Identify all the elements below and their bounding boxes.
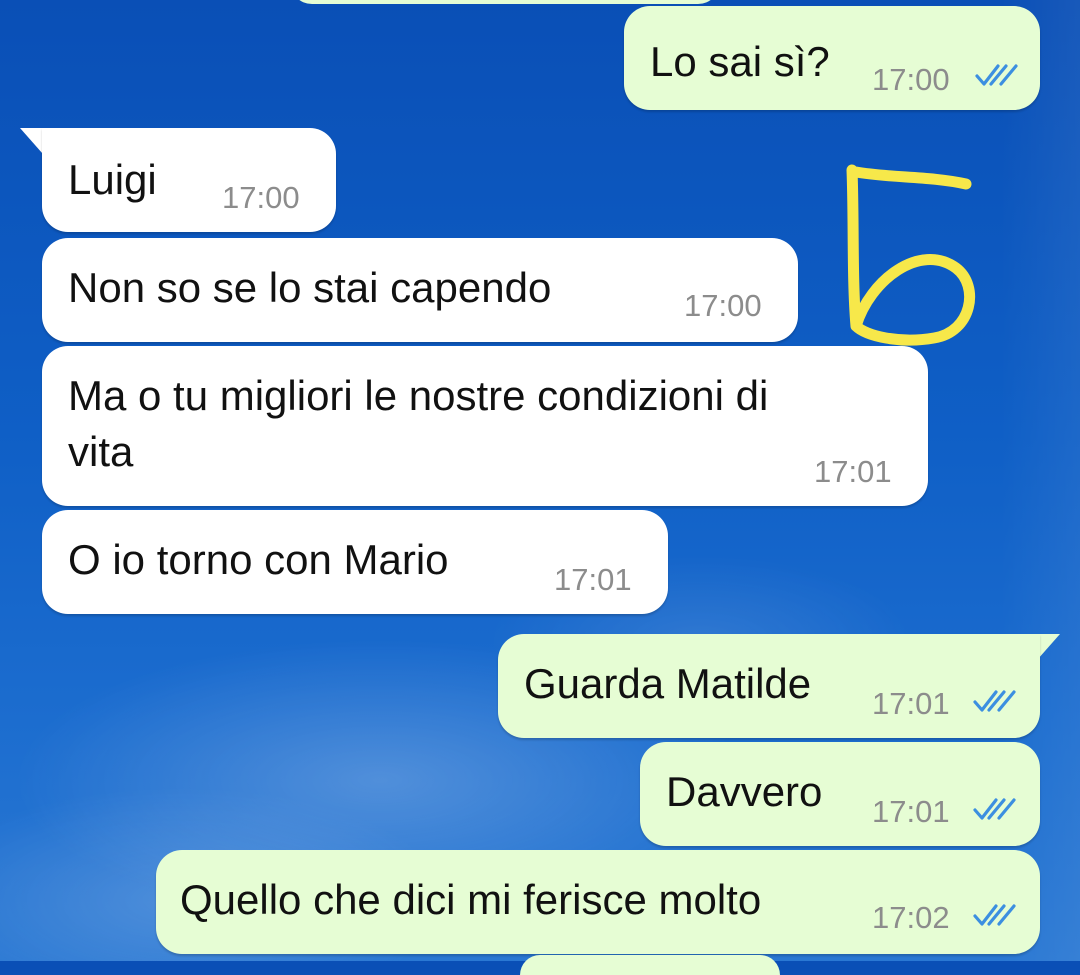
- message-text: Guarda Matilde: [524, 660, 812, 707]
- double-check-icon: [973, 690, 1016, 712]
- message-text: Non so se lo stai capendo: [68, 264, 552, 311]
- message-bubble-partial[interactable]: [290, 0, 720, 4]
- message-text: Quello che dici mi ferisce molto: [180, 876, 762, 923]
- message-text: Davvero: [666, 768, 823, 815]
- message-text: O io torno con Mario: [68, 536, 449, 583]
- message-bubble-incoming[interactable]: Non so se lo stai capendo 17:00: [42, 238, 798, 342]
- handwritten-number-annotation: [846, 164, 976, 346]
- double-check-icon: [973, 798, 1016, 820]
- message-time: 17:00: [684, 288, 762, 323]
- message-time: 17:01: [872, 794, 950, 829]
- message-bubble-incoming[interactable]: O io torno con Mario 17:01: [42, 510, 668, 614]
- double-check-icon: [975, 64, 1018, 86]
- message-time: 17:00: [222, 180, 300, 215]
- message-text-line-1: Ma o tu migliori le nostre condizioni di: [68, 372, 769, 419]
- message-bubble-outgoing[interactable]: Davvero 17:01: [640, 742, 1040, 846]
- message-time: 17:01: [872, 686, 950, 721]
- message-bubble-partial[interactable]: [520, 955, 780, 975]
- message-bubble-outgoing[interactable]: Guarda Matilde 17:01: [498, 634, 1040, 738]
- message-bubble-incoming[interactable]: Luigi 17:00: [42, 128, 336, 232]
- message-text-line-2: vita: [68, 428, 134, 475]
- message-bubble-outgoing[interactable]: Quello che dici mi ferisce molto 17:02: [156, 850, 1040, 954]
- message-time: 17:01: [554, 562, 632, 597]
- message-text: Lo sai sì?: [650, 38, 830, 85]
- message-time: 17:01: [814, 454, 892, 489]
- message-bubble-incoming[interactable]: Ma o tu migliori le nostre condizioni di…: [42, 346, 928, 506]
- message-time: 17:00: [872, 62, 950, 97]
- message-time: 17:02: [872, 900, 950, 935]
- message-bubble-outgoing[interactable]: Lo sai sì? 17:00: [624, 6, 1040, 110]
- double-check-icon: [973, 904, 1016, 926]
- message-text: Luigi: [68, 156, 157, 203]
